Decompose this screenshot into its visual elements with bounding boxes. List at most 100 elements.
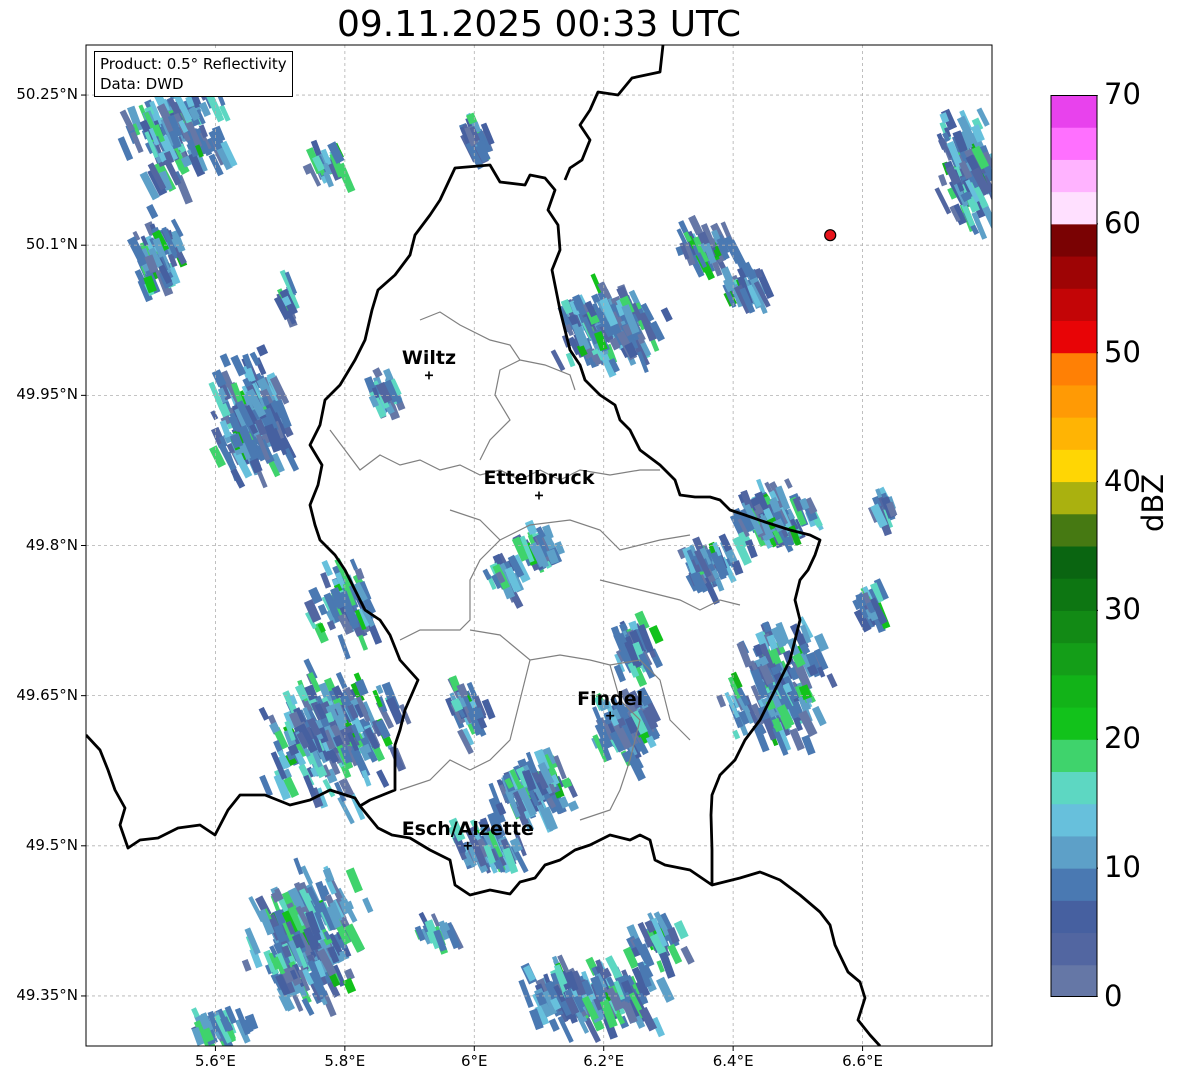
canton-boundary-wiltz xyxy=(419,311,521,461)
echo-cell xyxy=(304,598,322,623)
radar-map[interactable] xyxy=(0,0,1184,1081)
colorbar-swatch xyxy=(1051,900,1097,934)
echo-cell xyxy=(256,344,269,357)
colorbar-title: dBZ xyxy=(1136,473,1170,532)
canton-boundary-east xyxy=(519,359,576,391)
echo-cell xyxy=(376,769,390,788)
echo-cell xyxy=(259,774,273,797)
echo-cell xyxy=(613,664,626,683)
colorbar-swatch xyxy=(1051,127,1097,160)
colorbar-swatch xyxy=(1051,835,1097,869)
echo-cell xyxy=(349,558,358,571)
lat-tick-label: 49.65°N xyxy=(16,685,78,704)
echo-cell xyxy=(660,307,673,323)
colorbar-swatch xyxy=(1051,964,1097,997)
colorbar-swatch xyxy=(1051,191,1097,225)
colorbar-swatch xyxy=(1051,578,1097,611)
map-grid xyxy=(86,45,992,1046)
place-marker xyxy=(535,491,543,500)
city-label: Wiltz xyxy=(401,347,457,370)
canton-boundary-middle xyxy=(469,629,691,741)
echo-cell xyxy=(784,478,793,489)
lon-tick-label: 6.6°E xyxy=(842,1052,883,1070)
colorbar-swatch xyxy=(1051,256,1097,289)
colorbar-swatch xyxy=(1051,320,1097,354)
echo-cell xyxy=(258,706,270,721)
colorbar-swatch xyxy=(1051,771,1097,805)
lon-tick-label: 6.2°E xyxy=(583,1052,625,1070)
radar-site-marker[interactable] xyxy=(824,229,837,242)
echo-cell xyxy=(482,568,492,581)
echo-cell xyxy=(716,694,727,708)
colorbar-swatch xyxy=(1051,513,1097,547)
echo-cell xyxy=(811,705,827,727)
echo-cell xyxy=(293,857,304,875)
echo-cell xyxy=(210,410,219,421)
echo-cell xyxy=(300,865,314,886)
axis-ticks xyxy=(81,94,864,1051)
echo-cell xyxy=(814,633,829,652)
echo-cell xyxy=(342,977,357,994)
lat-tick-label: 49.8°N xyxy=(25,535,78,554)
colorbar-swatch xyxy=(1051,288,1097,321)
colorbar-tick-label: 20 xyxy=(1104,721,1141,756)
colorbar-swatch xyxy=(1051,95,1097,128)
echo-cell xyxy=(322,867,335,883)
colorbar-tick-label: 70 xyxy=(1104,77,1141,111)
echo-cell xyxy=(736,641,753,668)
colorbar-swatch xyxy=(1051,384,1097,418)
echo-cell xyxy=(146,204,159,220)
echo-cell xyxy=(680,945,695,965)
echo-cell xyxy=(361,769,372,787)
colorbar-swatch xyxy=(1051,707,1097,740)
colorbar-swatch xyxy=(1051,932,1097,966)
colorbar-tick-label: 50 xyxy=(1104,334,1141,369)
lat-tick-label: 50.1°N xyxy=(25,235,78,254)
place-marker xyxy=(424,371,433,380)
colorbar xyxy=(1050,95,1098,997)
colorbar-swatch xyxy=(1051,610,1097,644)
echo-cell xyxy=(656,976,675,1003)
germany-belgium-border xyxy=(563,45,665,181)
colorbar-swatch xyxy=(1051,352,1097,386)
east-border-south xyxy=(711,870,882,1046)
echo-cell xyxy=(362,897,374,914)
colorbar-swatch xyxy=(1051,803,1097,837)
colorbar-tick-label: 30 xyxy=(1104,592,1141,627)
colorbar-tick-label: 0 xyxy=(1104,979,1123,1013)
colorbar-swatch xyxy=(1051,223,1097,257)
echo-cell xyxy=(648,624,664,644)
lat-tick-label: 49.5°N xyxy=(25,835,78,854)
lon-tick-label: 6°E xyxy=(461,1052,488,1070)
colorbar-swatch xyxy=(1051,642,1097,676)
colorbar-swatch xyxy=(1051,674,1097,708)
echo-cell xyxy=(567,800,579,812)
echo-cell xyxy=(241,958,252,972)
lon-tick-label: 5.6°E xyxy=(195,1052,236,1070)
colorbar-swatch xyxy=(1051,449,1097,483)
lat-tick-label: 49.95°N xyxy=(16,385,78,404)
echo-cell xyxy=(219,353,232,368)
data-source-label: Data: DWD xyxy=(100,75,184,93)
echo-cell xyxy=(117,136,134,161)
lon-tick-label: 6.4°E xyxy=(712,1052,754,1070)
echo-cell xyxy=(337,634,351,660)
product-info-box: Product: 0.5° Reflectivity Data: DWD xyxy=(94,51,293,97)
colorbar-swatch xyxy=(1051,546,1097,579)
echo-cell xyxy=(345,867,363,894)
city-label: Ettelbruck xyxy=(483,467,595,490)
echo-cell xyxy=(938,173,948,187)
colorbar-tick-label: 10 xyxy=(1104,850,1141,885)
lon-tick-label: 5.8°E xyxy=(324,1052,366,1070)
colorbar-swatch xyxy=(1051,739,1097,772)
lat-tick-label: 50.25°N xyxy=(16,85,78,104)
echo-cell xyxy=(548,1018,560,1032)
city-label: Findel xyxy=(577,687,644,710)
product-label: Product: 0.5° Reflectivity xyxy=(100,55,287,73)
lat-tick-label: 49.35°N xyxy=(16,985,78,1004)
echo-cell xyxy=(826,673,838,689)
colorbar-swatch xyxy=(1051,417,1097,450)
colorbar-swatch xyxy=(1051,868,1097,901)
colorbar-tick-label: 60 xyxy=(1104,205,1141,240)
city-label: Esch/Alzette xyxy=(401,817,534,840)
